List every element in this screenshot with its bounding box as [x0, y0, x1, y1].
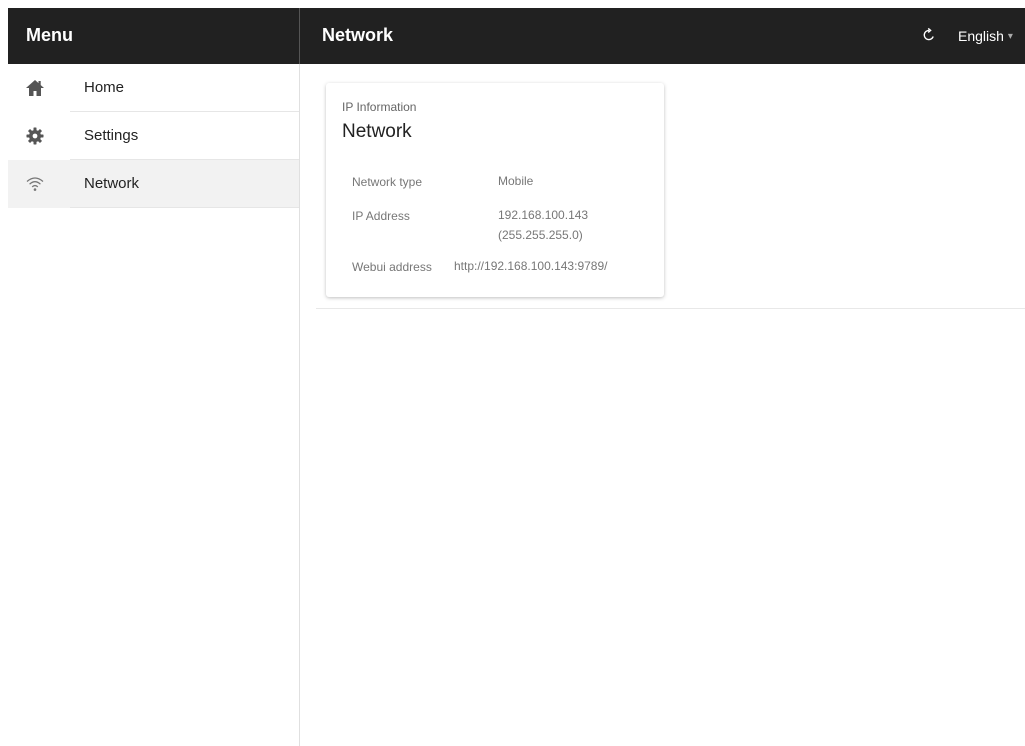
menu-title: Menu — [26, 25, 73, 45]
webui-address-value: http://192.168.100.143:9789/ — [454, 259, 608, 273]
webui-address-label: Webui address — [352, 260, 432, 274]
content-divider — [316, 308, 1025, 309]
appbar-divider — [299, 8, 300, 64]
window-top-strip — [0, 0, 1025, 8]
card-subtitle: IP Information — [342, 100, 417, 114]
divider — [70, 207, 299, 208]
sidebar: Home Settings Network — [8, 64, 300, 746]
app-frame: Menu Network English ▾ Home Settings Net… — [8, 8, 1025, 746]
sidebar-item-label: Home — [84, 79, 125, 96]
chevron-down-icon: ▾ — [1007, 30, 1013, 42]
ip-information-card: IP Information Network Network type Mobi… — [326, 83, 664, 297]
subnet-mask-value: (255.255.255.0) — [498, 228, 583, 242]
sidebar-item-settings[interactable]: Settings — [8, 112, 299, 160]
network-type-label: Network type — [352, 175, 423, 189]
language-label: English — [958, 28, 1004, 44]
refresh-icon — [923, 27, 934, 41]
refresh-button[interactable] — [916, 22, 942, 48]
ip-address-label: IP Address — [352, 209, 410, 223]
sidebar-item-network[interactable]: Network — [8, 160, 299, 208]
ip-address-value: 192.168.100.143 — [498, 208, 589, 222]
sidebar-item-label: Settings — [84, 127, 139, 144]
app-bar: Menu Network English ▾ — [8, 8, 1025, 64]
network-type-value: Mobile — [498, 174, 534, 188]
card-title: Network — [342, 121, 412, 142]
language-select[interactable]: English ▾ — [958, 24, 1013, 48]
sidebar-item-home[interactable]: Home — [8, 64, 299, 112]
wifi-icon — [26, 177, 44, 191]
main-content: IP Information Network Network type Mobi… — [300, 64, 1025, 746]
home-icon — [26, 80, 44, 96]
page-title: Network — [322, 25, 394, 45]
gear-icon — [26, 127, 44, 145]
sidebar-item-label: Network — [84, 175, 140, 192]
